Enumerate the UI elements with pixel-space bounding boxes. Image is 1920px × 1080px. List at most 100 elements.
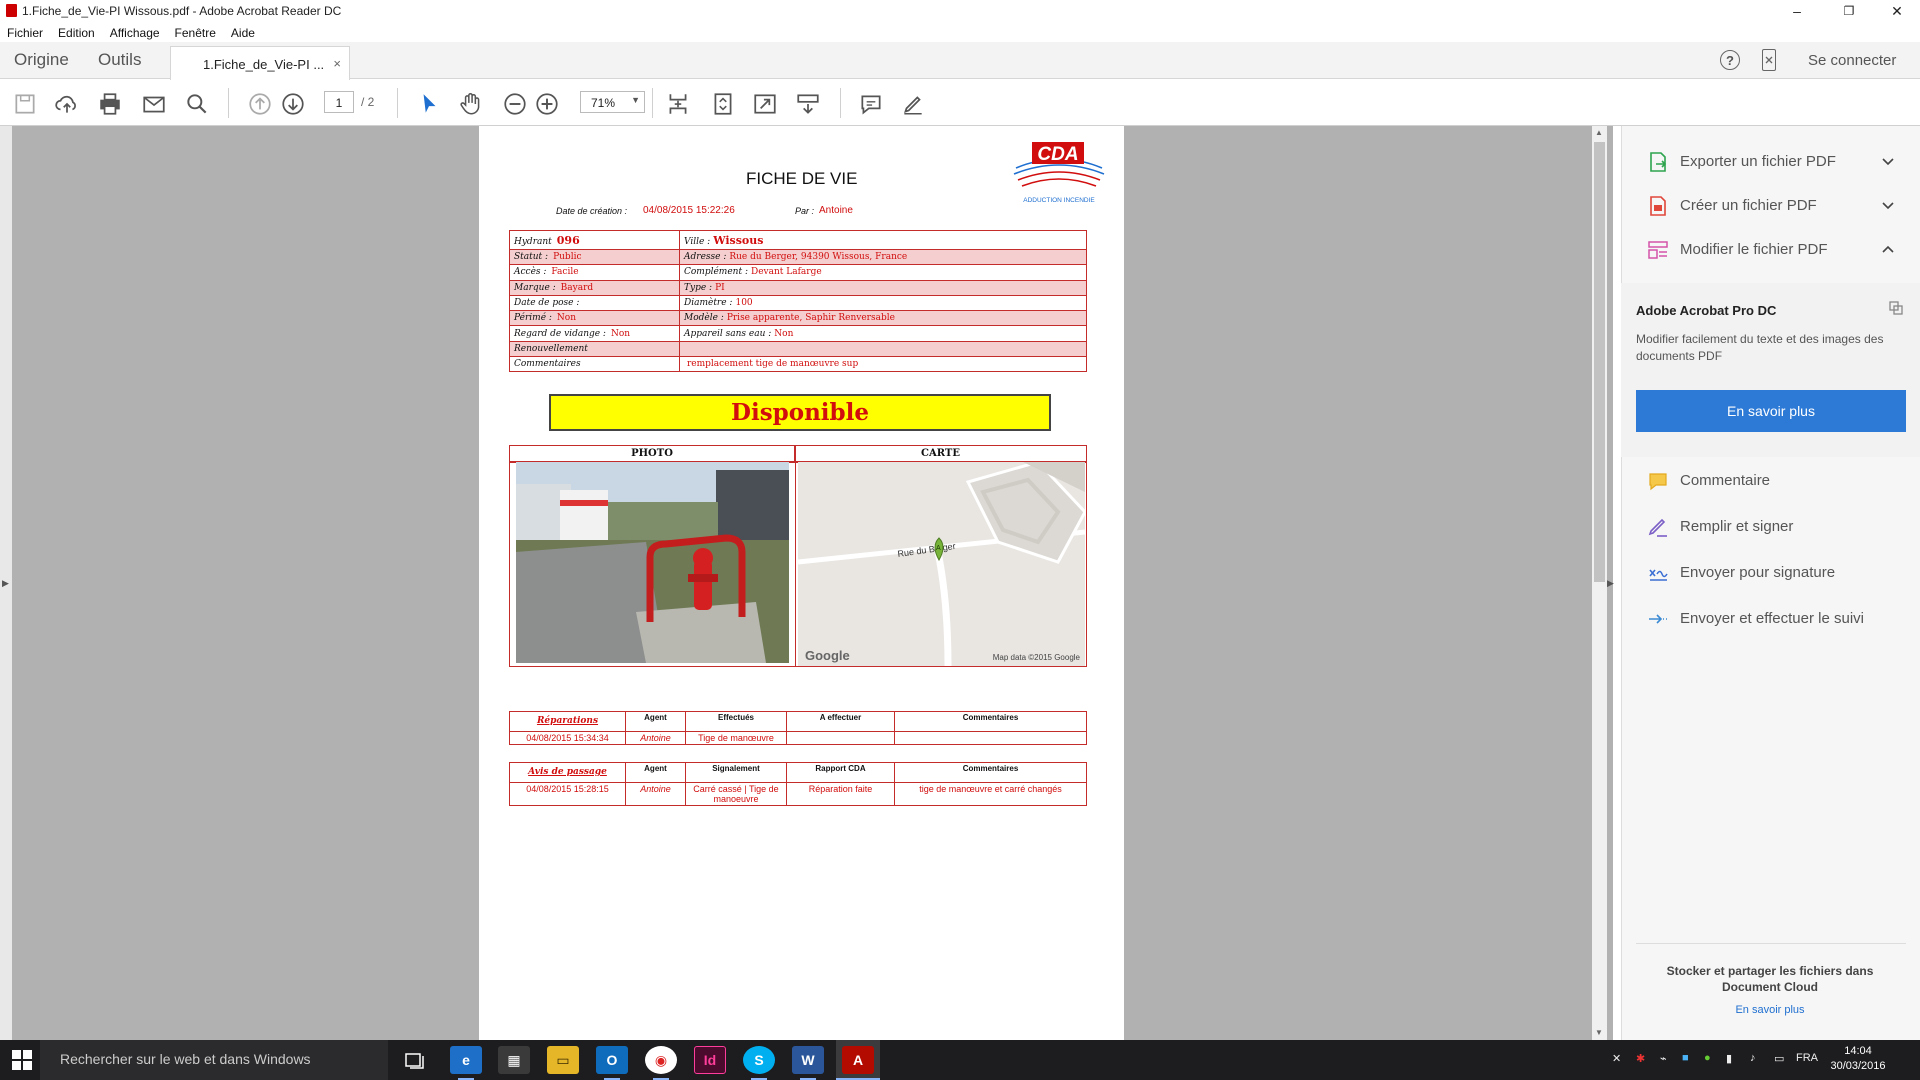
menu-fenetre[interactable]: Fenêtre (168, 22, 224, 42)
info-cell-right: Complément : Devant Lafarge (679, 264, 1087, 281)
send-and-track-item[interactable]: Envoyer et effectuer le suivi (1680, 610, 1864, 627)
info-label: Complément : (684, 267, 748, 278)
comment-tool-item[interactable]: Commentaire (1680, 472, 1770, 489)
notification-icon[interactable]: ▭ (1774, 1052, 1784, 1065)
chevron-down-icon[interactable] (1882, 157, 1894, 167)
pen-highlight-icon[interactable] (900, 91, 926, 117)
scroll-down-arrow-icon[interactable]: ▼ (1595, 1028, 1603, 1037)
volume-icon[interactable]: ♪ (1750, 1052, 1756, 1064)
task-view-icon[interactable] (405, 1052, 427, 1070)
chevron-down-icon[interactable] (1882, 201, 1894, 211)
info-row: Regard de vidange : Non Appareil sans eau … (509, 325, 1087, 342)
document-cloud-link[interactable]: En savoir plus (1700, 1004, 1840, 1016)
info-value: Rue du Berger, 94390 Wissous, France (729, 252, 908, 263)
acrobat-taskbar-icon[interactable]: A (842, 1046, 874, 1074)
menu-bar: Fichier Edition Affichage Fenêtre Aide (0, 22, 1920, 42)
tray-outlook-icon[interactable]: ■ (1682, 1052, 1689, 1064)
visits-table: Avis de passage Agent Signalement Rappor… (509, 762, 1087, 806)
next-page-icon[interactable] (280, 91, 306, 117)
visit-comments: tige de manœuvre et carré changés (894, 782, 1087, 806)
info-value: Non (610, 328, 631, 339)
tab-outils[interactable]: Outils (98, 50, 141, 70)
menu-aide[interactable]: Aide (224, 22, 263, 42)
cloud-upload-icon[interactable] (54, 91, 80, 117)
info-value: Wissous (713, 233, 764, 247)
location-map[interactable]: Rue du Berger A Google Map data ©2015 Go… (798, 462, 1085, 666)
promo-description: Modifier facilement du texte et des imag… (1636, 332, 1884, 363)
fill-and-sign-item[interactable]: Remplir et signer (1680, 518, 1793, 535)
comment-icon[interactable] (858, 91, 884, 117)
taskbar-search-input[interactable]: Rechercher sur le web et dans Windows (40, 1040, 388, 1080)
repairs-col-title: Réparations (509, 711, 626, 732)
scroll-mode-icon[interactable] (665, 91, 691, 117)
select-cursor-icon[interactable] (416, 91, 442, 117)
info-value: Public (553, 252, 582, 263)
tray-app-icon[interactable]: ● (1704, 1052, 1711, 1064)
tab-document[interactable]: 1.Fiche_de_Vie-PI ... × (170, 46, 350, 80)
learn-more-button[interactable]: En savoir plus (1636, 390, 1906, 432)
create-pdf-item[interactable]: Créer un fichier PDF (1680, 197, 1817, 214)
create-pdf-icon (1650, 196, 1666, 216)
print-icon[interactable] (97, 91, 123, 117)
edit-pdf-item[interactable]: Modifier le fichier PDF (1680, 241, 1828, 258)
menu-fichier[interactable]: Fichier (0, 22, 51, 42)
windows-start-icon[interactable] (12, 1050, 32, 1070)
info-label: Commentaires (514, 359, 581, 370)
tray-app-icon[interactable]: ✕ (1612, 1052, 1621, 1065)
indesign-icon[interactable]: Id (694, 1046, 726, 1074)
file-explorer-icon[interactable]: ▭ (547, 1046, 579, 1074)
store-icon[interactable]: ▦ (498, 1046, 530, 1074)
tray-usb-icon[interactable]: ⌁ (1660, 1052, 1667, 1065)
info-cell-left: Périmé : Non (509, 310, 680, 327)
pdf-file-icon (6, 4, 17, 17)
info-value: remplacement tige de manœuvre sup (687, 359, 859, 370)
search-icon[interactable] (184, 91, 210, 117)
window-title: 1.Fiche_de_Vie-PI Wissous.pdf - Adobe Ac… (22, 4, 342, 18)
collapse-right-panel-arrow-icon[interactable]: ▶ (1607, 578, 1614, 589)
keyboard-language[interactable]: FRA (1796, 1052, 1818, 1064)
menu-affichage[interactable]: Affichage (103, 22, 168, 42)
close-tab-icon[interactable]: × (333, 56, 341, 71)
info-cell-left: Marque : Bayard (509, 279, 680, 296)
chevron-up-icon[interactable] (1882, 244, 1894, 254)
chrome-icon[interactable]: ◉ (645, 1046, 677, 1074)
tab-origine[interactable]: Origine (14, 50, 69, 70)
hand-tool-icon[interactable] (458, 91, 484, 117)
restore-button[interactable]: ❐ (1826, 0, 1872, 22)
send-for-signature-item[interactable]: Envoyer pour signature (1680, 564, 1835, 581)
info-value: PI (715, 282, 725, 293)
sign-in-link[interactable]: Se connecter (1808, 52, 1896, 69)
skype-icon[interactable]: S (743, 1046, 775, 1074)
word-icon[interactable]: W (792, 1046, 824, 1074)
edge-icon[interactable]: e (450, 1046, 482, 1074)
full-screen-icon[interactable] (752, 91, 778, 117)
read-mode-icon[interactable] (795, 91, 821, 117)
export-pdf-item[interactable]: Exporter un fichier PDF (1680, 153, 1836, 170)
scroll-up-arrow-icon[interactable]: ▲ (1595, 128, 1603, 137)
zoom-out-icon[interactable] (502, 91, 528, 117)
visits-header-row: Avis de passage Agent Signalement Rappor… (509, 762, 1087, 783)
table-row: 04/08/2015 15:28:15 Antoine Carré cassé … (509, 782, 1087, 806)
copy-icon[interactable] (1888, 300, 1904, 316)
outlook-icon[interactable]: O (596, 1046, 628, 1074)
page-number-input[interactable]: 1 (324, 91, 354, 113)
save-icon[interactable] (12, 91, 38, 117)
previous-page-icon[interactable] (247, 91, 273, 117)
scrollbar-thumb[interactable] (1594, 142, 1605, 582)
tray-network-icon[interactable]: ▮ (1726, 1052, 1732, 1065)
zoom-select[interactable]: 71% ▼ (580, 91, 645, 113)
page-total: / 2 (361, 95, 375, 109)
taskbar-clock[interactable]: 14:04 30/03/2016 (1828, 1044, 1888, 1074)
creation-date-label: Date de création : (556, 206, 628, 216)
tray-security-icon[interactable]: ✱ (1636, 1052, 1645, 1065)
menu-edition[interactable]: Edition (51, 22, 103, 42)
mobile-link-icon[interactable] (1762, 49, 1776, 71)
close-button[interactable]: ✕ (1874, 0, 1920, 22)
email-icon[interactable] (141, 91, 167, 117)
fit-page-icon[interactable] (710, 91, 736, 117)
minimize-button[interactable]: – (1774, 0, 1820, 22)
zoom-in-icon[interactable] (534, 91, 560, 117)
info-cell-left: Renouvellement (509, 340, 680, 358)
expand-left-arrow-icon[interactable]: ▶ (2, 578, 9, 589)
help-icon[interactable]: ? (1720, 50, 1740, 70)
